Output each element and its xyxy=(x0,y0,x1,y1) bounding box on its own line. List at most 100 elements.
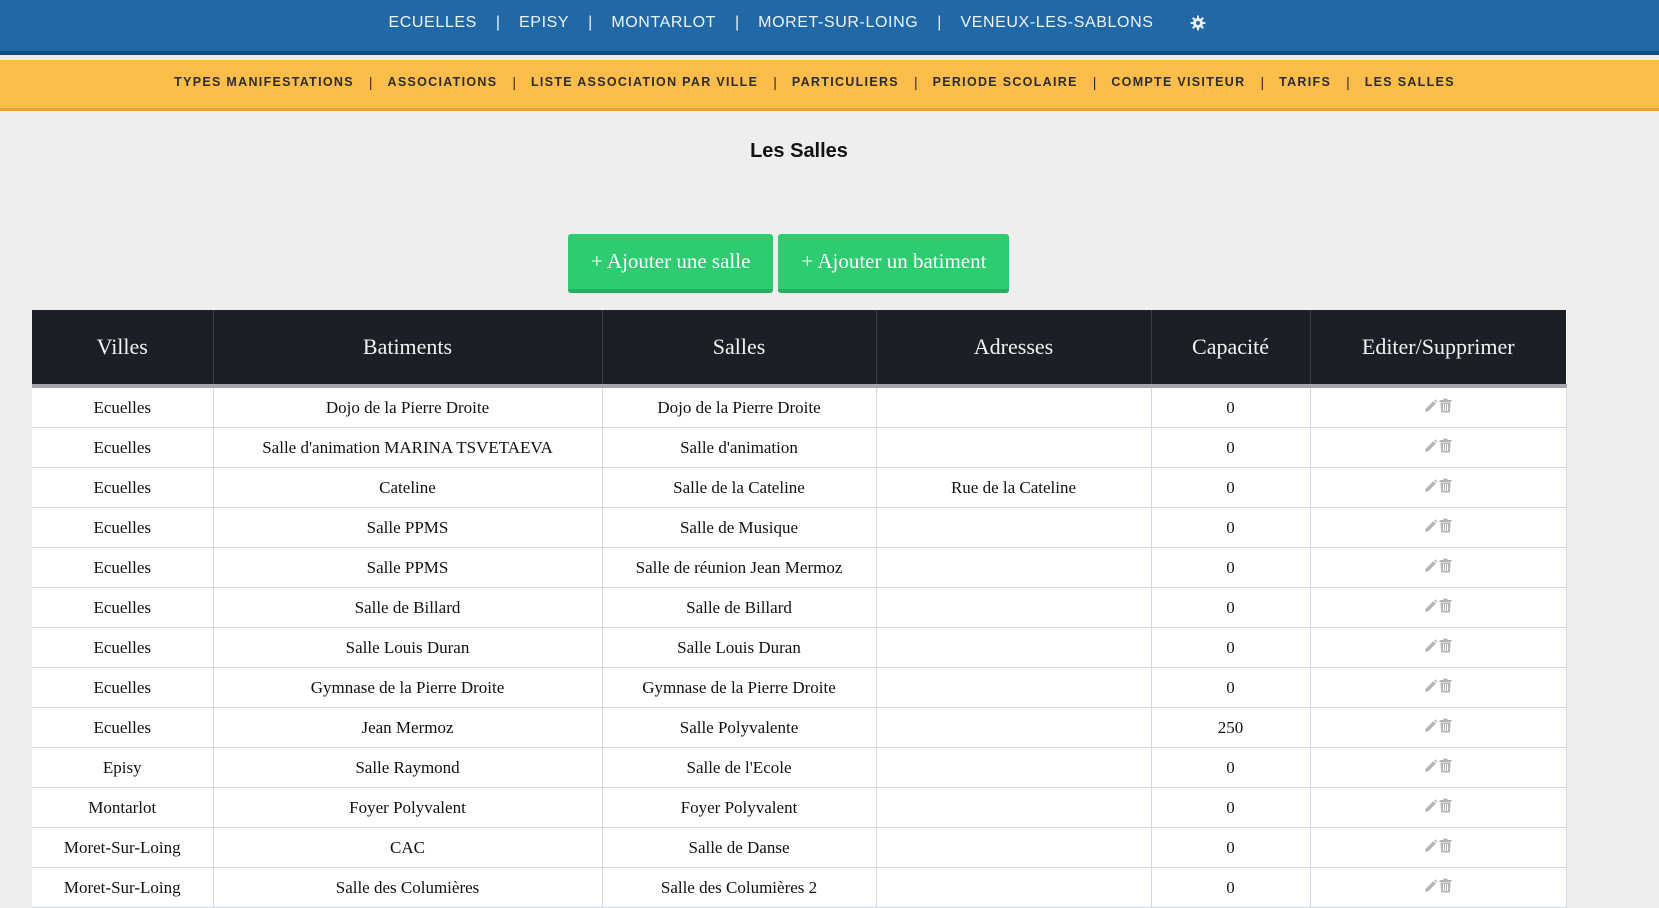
pencil-icon[interactable] xyxy=(1424,558,1438,578)
cell-adresse xyxy=(875,827,1152,868)
trash-icon[interactable] xyxy=(1439,838,1452,858)
cell-batiment: Salle de Billard xyxy=(212,587,603,628)
top-nav-links: ECUELLES | EPISY | MONTARLOT | MORET-SUR-LOING… xyxy=(388,14,1206,32)
cell-ville: Ecuelles xyxy=(32,627,214,668)
pencil-icon[interactable] xyxy=(1424,398,1438,418)
column-header-batiments: Batiments xyxy=(212,310,602,388)
salles-table-container: Villes Batiments Salles Adresses Capacité Edi… xyxy=(32,310,1567,908)
cell-adresse xyxy=(875,587,1152,628)
cell-capacite: 0 xyxy=(1150,747,1311,788)
cell-batiment: Cateline xyxy=(212,467,603,508)
top-nav-montarlot[interactable]: MONTARLOT xyxy=(611,14,716,32)
trash-icon[interactable] xyxy=(1439,798,1452,818)
table-row: Ecuelles Dojo de la Pierre Droite Dojo de … xyxy=(32,385,1567,428)
sub-nav-associations[interactable]: ASSOCIATIONS xyxy=(388,75,498,89)
cell-salle: Salle d'animation xyxy=(601,427,877,468)
cell-actions xyxy=(1309,385,1567,428)
add-batiment-button[interactable]: + Ajouter un batiment xyxy=(778,234,1010,293)
pencil-icon[interactable] xyxy=(1424,478,1438,498)
cell-batiment: Salle PPMS xyxy=(212,507,603,548)
cell-ville: Montarlot xyxy=(32,787,214,828)
top-nav-veneux-les-sablons[interactable]: VENEUX-LES-SABLONS xyxy=(960,14,1153,32)
column-header-villes: Villes xyxy=(32,310,213,388)
subnav-separator: | xyxy=(773,74,777,90)
table-row: Ecuelles Salle PPMS Salle de Musique 0 xyxy=(32,507,1567,548)
trash-icon[interactable] xyxy=(1439,518,1452,538)
table-row: Moret-Sur-Loing Salle des Columières Salle… xyxy=(32,867,1567,908)
sub-nav-les-salles[interactable]: LES SALLES xyxy=(1365,75,1455,89)
trash-icon[interactable] xyxy=(1439,678,1452,698)
cell-salle: Salle de Musique xyxy=(601,507,877,548)
pencil-icon[interactable] xyxy=(1424,678,1438,698)
trash-icon[interactable] xyxy=(1439,878,1452,898)
pencil-icon[interactable] xyxy=(1424,718,1438,738)
pencil-icon[interactable] xyxy=(1424,518,1438,538)
cell-adresse xyxy=(875,747,1152,788)
trash-icon[interactable] xyxy=(1439,558,1452,578)
cell-capacite: 0 xyxy=(1150,507,1311,548)
cell-ville: Moret-Sur-Loing xyxy=(32,827,214,868)
cell-actions xyxy=(1309,667,1567,708)
top-nav-ecuelles[interactable]: ECUELLES xyxy=(388,14,476,32)
top-nav-episy[interactable]: EPISY xyxy=(519,14,569,32)
trash-icon[interactable] xyxy=(1439,438,1452,458)
row-actions xyxy=(1424,598,1452,618)
cell-adresse xyxy=(875,627,1152,668)
cell-capacite: 0 xyxy=(1150,787,1311,828)
cell-adresse: Rue de la Cateline xyxy=(875,467,1152,508)
cell-adresse xyxy=(875,667,1152,708)
pencil-icon[interactable] xyxy=(1424,798,1438,818)
cell-salle: Salle Polyvalente xyxy=(601,707,877,748)
add-salle-button[interactable]: + Ajouter une salle xyxy=(568,234,774,293)
top-nav-moret-sur-loing[interactable]: MORET-SUR-LOING xyxy=(758,14,918,32)
trash-icon[interactable] xyxy=(1439,638,1452,658)
sub-nav-types-manifestations[interactable]: TYPES MANIFESTATIONS xyxy=(174,75,354,89)
table-row: Episy Salle Raymond Salle de l'Ecole 0 xyxy=(32,747,1567,788)
trash-icon[interactable] xyxy=(1439,598,1452,618)
subnav-separator: | xyxy=(368,74,373,90)
pencil-icon[interactable] xyxy=(1424,878,1438,898)
cell-ville: Ecuelles xyxy=(32,427,214,468)
subnav-separator: | xyxy=(1092,74,1097,90)
trash-icon[interactable] xyxy=(1439,718,1452,738)
column-header-editer-supprimer: Editer/Supprimer xyxy=(1309,310,1566,388)
sub-nav-compte-visiteur[interactable]: COMPTE VISITEUR xyxy=(1111,75,1245,89)
trash-icon[interactable] xyxy=(1439,398,1452,418)
row-actions xyxy=(1424,438,1452,458)
pencil-icon[interactable] xyxy=(1424,758,1438,778)
trash-icon[interactable] xyxy=(1439,478,1452,498)
subnav-separator: | xyxy=(1346,74,1350,90)
sub-nav-particuliers[interactable]: PARTICULIERS xyxy=(792,75,899,89)
sub-nav-liste-association-par-ville[interactable]: LISTE ASSOCIATION PAR VILLE xyxy=(531,75,758,89)
trash-icon[interactable] xyxy=(1439,758,1452,778)
pencil-icon[interactable] xyxy=(1424,438,1438,458)
table-row: Ecuelles Salle de Billard Salle de Billard… xyxy=(32,587,1567,628)
cell-adresse xyxy=(875,707,1152,748)
cell-ville: Ecuelles xyxy=(32,467,214,508)
subnav-separator: | xyxy=(1260,74,1265,90)
subnav-separator: | xyxy=(913,74,918,90)
column-header-adresses: Adresses xyxy=(875,310,1151,388)
table-row: Ecuelles Jean Mermoz Salle Polyvalente 250 xyxy=(32,707,1567,748)
cell-salle: Salle de réunion Jean Mermoz xyxy=(601,547,877,588)
cell-salle: Salle de la Cateline xyxy=(601,467,877,508)
cell-actions xyxy=(1309,827,1567,868)
cell-batiment: Dojo de la Pierre Droite xyxy=(212,385,603,428)
cell-ville: Ecuelles xyxy=(32,667,214,708)
sub-nav-periode-scolaire[interactable]: PERIODE SCOLAIRE xyxy=(933,75,1078,89)
cell-salle: Foyer Polyvalent xyxy=(601,787,877,828)
table-row: Montarlot Foyer Polyvalent Foyer Polyvalen… xyxy=(32,787,1567,828)
cell-ville: Ecuelles xyxy=(32,507,214,548)
cell-adresse xyxy=(875,385,1152,428)
pencil-icon[interactable] xyxy=(1424,598,1438,618)
cell-actions xyxy=(1309,707,1567,748)
sub-nav-tarifs[interactable]: TARIFS xyxy=(1279,75,1331,89)
cell-batiment: Salle Raymond xyxy=(212,747,603,788)
pencil-icon[interactable] xyxy=(1424,638,1438,658)
nav-separator: | xyxy=(588,14,593,31)
cell-salle: Gymnase de la Pierre Droite xyxy=(601,667,877,708)
gear-icon[interactable] xyxy=(1190,15,1206,31)
cell-batiment: CAC xyxy=(212,827,603,868)
pencil-icon[interactable] xyxy=(1424,838,1438,858)
cell-batiment: Jean Mermoz xyxy=(212,707,603,748)
